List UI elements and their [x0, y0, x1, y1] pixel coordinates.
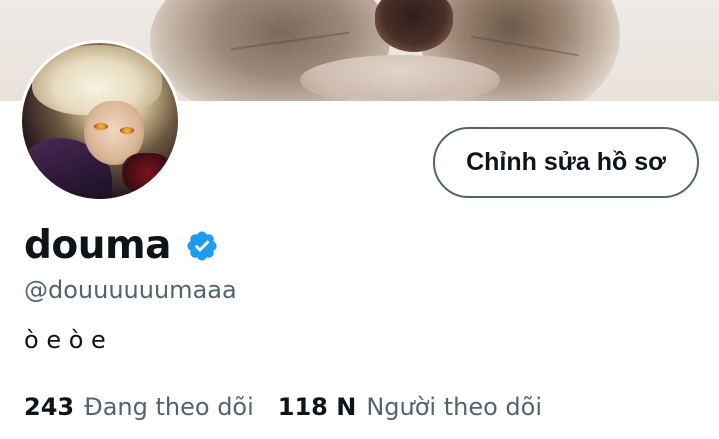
following-label: Đang theo dõi — [84, 393, 254, 421]
avatar-eye-left — [94, 123, 108, 130]
followers-count: 118 N — [277, 393, 357, 421]
name-row: douma — [24, 223, 219, 268]
edit-profile-button[interactable]: Chỉnh sửa hồ sơ — [433, 127, 699, 198]
profile-bio: ò e ò e — [24, 326, 106, 354]
display-name: douma — [24, 223, 171, 268]
followers-stat[interactable]: 118 N Người theo dõi — [278, 393, 542, 421]
avatar-image — [22, 43, 178, 199]
profile-stats: 243 Đang theo dõi 118 N Người theo dõi — [24, 393, 542, 421]
following-stat[interactable]: 243 Đang theo dõi — [24, 393, 254, 421]
followers-label: Người theo dõi — [366, 393, 542, 421]
following-count: 243 — [24, 393, 75, 421]
profile-handle: @douuuuuumaaa — [24, 276, 237, 304]
verified-badge-icon[interactable] — [185, 229, 219, 263]
profile-avatar[interactable] — [19, 40, 181, 202]
banner-muzzle — [300, 55, 500, 101]
avatar-detail — [122, 153, 172, 193]
avatar-eye-right — [120, 127, 134, 134]
